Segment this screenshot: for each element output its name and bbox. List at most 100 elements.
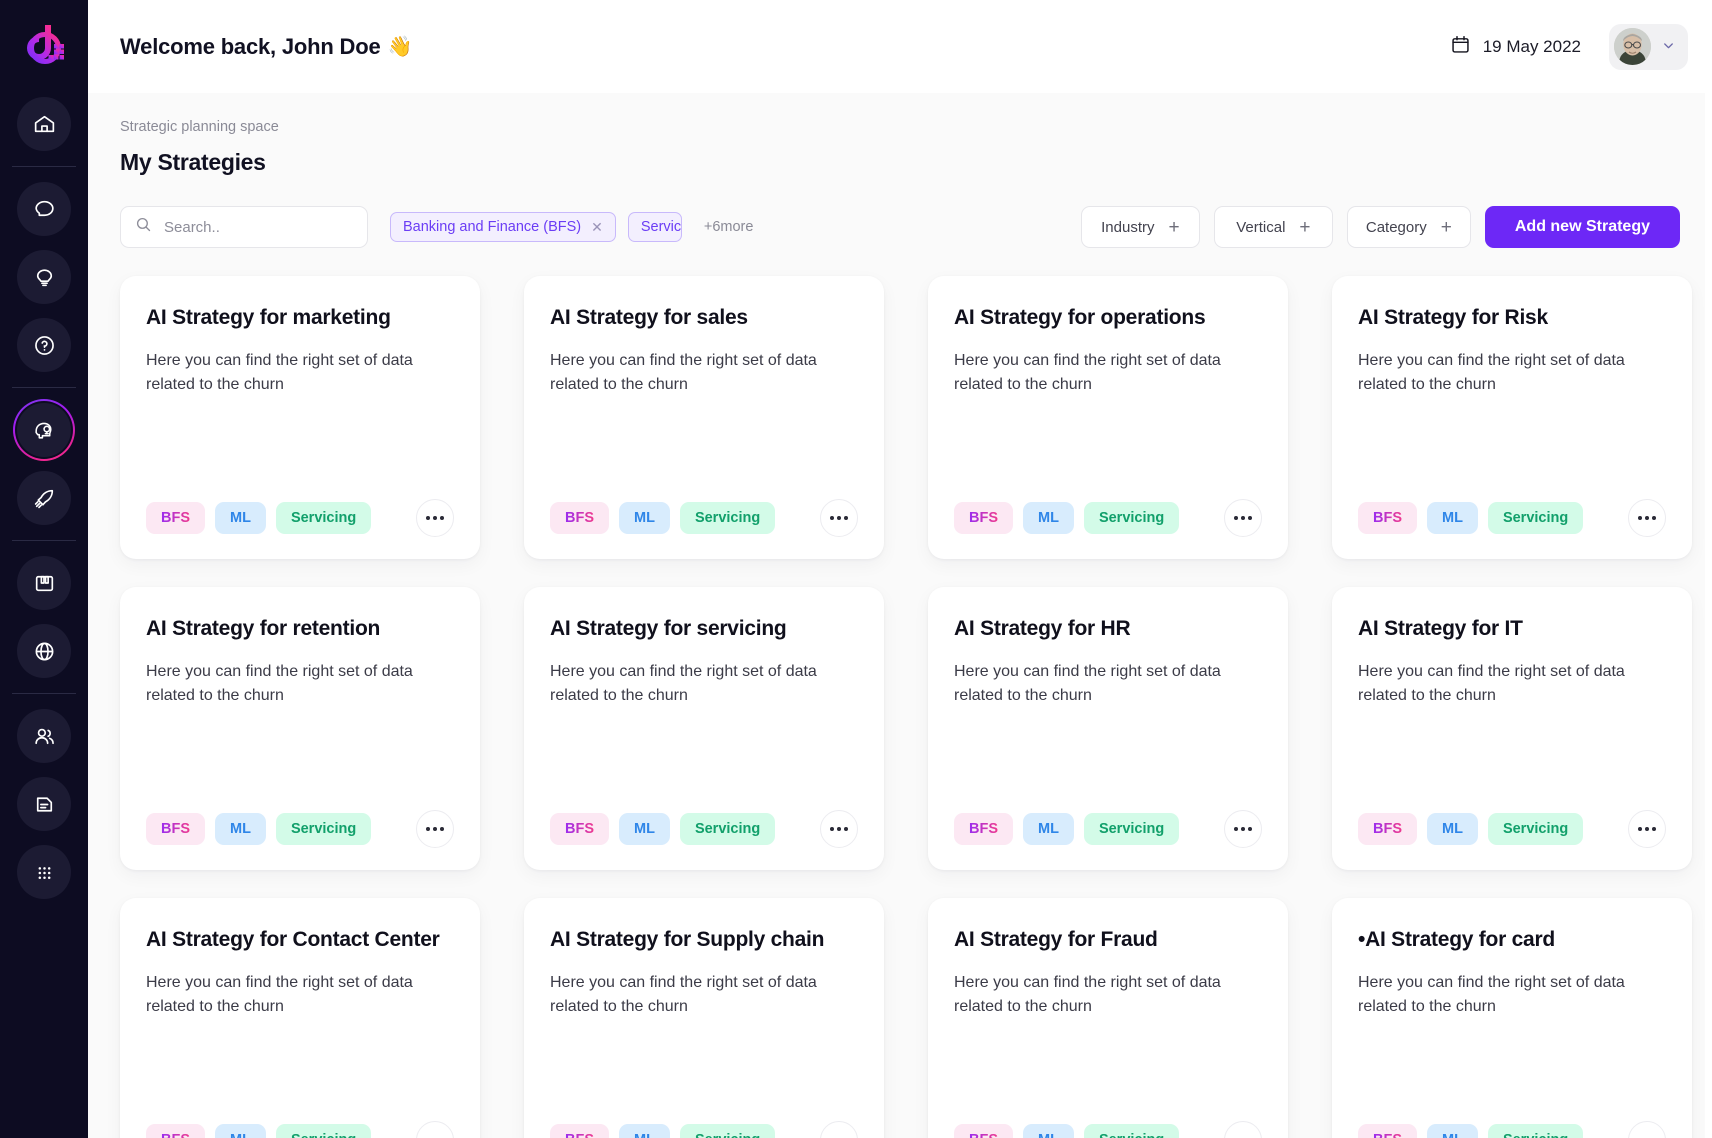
- search-input[interactable]: [164, 218, 353, 236]
- more-options-icon[interactable]: [1224, 499, 1262, 537]
- tag-serv[interactable]: Servicing: [1487, 813, 1584, 845]
- strategy-card-title: AI Strategy for Risk: [1358, 306, 1548, 329]
- tag-bfs[interactable]: BFS: [954, 813, 1013, 845]
- sidebar-group-2: [0, 175, 88, 379]
- tag-ml[interactable]: ML: [215, 502, 266, 534]
- sidebar-item-launch[interactable]: [17, 471, 71, 525]
- tag-ml[interactable]: ML: [1427, 813, 1478, 845]
- more-options-icon[interactable]: [1224, 810, 1262, 848]
- more-options-icon[interactable]: [416, 499, 454, 537]
- search-box[interactable]: [120, 206, 368, 248]
- filter-chip-servicing[interactable]: Servicing: [627, 212, 682, 242]
- tag-ml[interactable]: ML: [1427, 1124, 1478, 1138]
- strategy-card[interactable]: AI Strategy for Contact Center Here you c…: [120, 898, 480, 1138]
- sidebar-item-chat[interactable]: [17, 182, 71, 236]
- tag-serv[interactable]: Servicing: [1083, 1124, 1180, 1138]
- strategy-card[interactable]: AI Strategy for Supply chain Here you can…: [524, 898, 884, 1138]
- strategy-card-description: Here you can find the right set of data …: [1358, 973, 1625, 1016]
- strategy-card[interactable]: AI Strategy for IT Here you can find the …: [1332, 587, 1692, 870]
- more-chips-count[interactable]: +6more: [704, 219, 754, 235]
- filter-vertical-button[interactable]: Vertical +: [1213, 206, 1333, 248]
- more-options-icon[interactable]: [820, 810, 858, 848]
- tag-bfs[interactable]: BFS: [954, 502, 1013, 534]
- tag-label: BFS: [161, 821, 190, 837]
- more-options-icon[interactable]: [820, 1121, 858, 1138]
- strategy-card[interactable]: AI Strategy for marketing Here you can fi…: [120, 276, 480, 559]
- sidebar-item-documents[interactable]: [17, 777, 71, 831]
- close-icon[interactable]: ✕: [591, 220, 603, 234]
- tag-serv[interactable]: Servicing: [1083, 813, 1180, 845]
- tag-ml[interactable]: ML: [215, 813, 266, 845]
- more-options-icon[interactable]: [1628, 1121, 1666, 1138]
- date-display[interactable]: 19 May 2022: [1450, 34, 1581, 60]
- tag-bfs[interactable]: BFS: [1358, 502, 1417, 534]
- tag-bfs[interactable]: BFS: [550, 1124, 609, 1138]
- more-options-icon[interactable]: [416, 810, 454, 848]
- right-edge-strip: [1705, 0, 1712, 1138]
- strategy-card-description: Here you can find the right set of data …: [550, 662, 817, 705]
- sidebar-item-home[interactable]: [17, 97, 71, 151]
- tag-serv[interactable]: Servicing: [679, 502, 776, 534]
- strategy-card[interactable]: AI Strategy for Fraud Here you can find t…: [928, 898, 1288, 1138]
- tag-serv[interactable]: Servicing: [1487, 1124, 1584, 1138]
- tag-ml[interactable]: ML: [1023, 502, 1074, 534]
- strategy-card-tags: BFS ML Servicing: [954, 1124, 1180, 1138]
- sidebar-item-library[interactable]: [17, 556, 71, 610]
- strategy-card[interactable]: AI Strategy for sales Here you can find t…: [524, 276, 884, 559]
- logo-mark[interactable]: [21, 22, 67, 68]
- tag-ml[interactable]: ML: [619, 813, 670, 845]
- tag-ml[interactable]: ML: [1023, 1124, 1074, 1138]
- tag-serv[interactable]: Servicing: [275, 813, 372, 845]
- sidebar-item-help[interactable]: [17, 318, 71, 372]
- tag-serv[interactable]: Servicing: [1487, 502, 1584, 534]
- user-menu[interactable]: [1609, 23, 1688, 70]
- tag-bfs[interactable]: BFS: [146, 813, 205, 845]
- tag-serv[interactable]: Servicing: [275, 502, 372, 534]
- strategy-card[interactable]: AI Strategy for servicing Here you can fi…: [524, 587, 884, 870]
- strategy-card[interactable]: AI Strategy for HR Here you can find the …: [928, 587, 1288, 870]
- tag-serv[interactable]: Servicing: [275, 1124, 372, 1138]
- strategy-card-tags: BFS ML Servicing: [146, 502, 372, 534]
- filter-chip-label: Banking and Finance (BFS): [403, 219, 582, 235]
- more-options-icon[interactable]: [1628, 499, 1666, 537]
- tag-ml[interactable]: ML: [619, 502, 670, 534]
- filter-category-button[interactable]: Category +: [1346, 206, 1471, 248]
- sidebar-item-apps[interactable]: [17, 845, 71, 899]
- tag-bfs[interactable]: BFS: [550, 502, 609, 534]
- tag-bfs[interactable]: BFS: [954, 1124, 1013, 1138]
- strategy-card[interactable]: AI Strategy for Risk Here you can find th…: [1332, 276, 1692, 559]
- sidebar-item-teams[interactable]: [17, 709, 71, 763]
- more-options-icon[interactable]: [820, 499, 858, 537]
- tag-serv[interactable]: Servicing: [679, 813, 776, 845]
- head-lightbulb-icon: [17, 403, 71, 457]
- strategy-card-description: Here you can find the right set of data …: [146, 351, 413, 394]
- tag-ml[interactable]: ML: [215, 1124, 266, 1138]
- strategy-card[interactable]: AI Strategy for operations Here you can f…: [928, 276, 1288, 559]
- tag-bfs[interactable]: BFS: [1358, 1124, 1417, 1138]
- add-new-strategy-button[interactable]: Add new Strategy: [1484, 206, 1680, 248]
- tag-label: BFS: [969, 510, 998, 526]
- tag-bfs[interactable]: BFS: [550, 813, 609, 845]
- tag-ml[interactable]: ML: [1427, 502, 1478, 534]
- more-options-icon[interactable]: [1224, 1121, 1262, 1138]
- tag-bfs[interactable]: BFS: [146, 502, 205, 534]
- tag-bfs[interactable]: BFS: [146, 1124, 205, 1138]
- filter-chip-bfs[interactable]: Banking and Finance (BFS) ✕: [390, 212, 616, 242]
- tag-serv[interactable]: Servicing: [1083, 502, 1180, 534]
- strategy-card[interactable]: AI Strategy for retention Here you can fi…: [120, 587, 480, 870]
- more-options-icon[interactable]: [1628, 810, 1666, 848]
- strategy-card-title: AI Strategy for Supply chain: [550, 928, 825, 951]
- strategy-card-description: Here you can find the right set of data …: [1358, 662, 1625, 705]
- tag-ml[interactable]: ML: [619, 1124, 670, 1138]
- tag-serv[interactable]: Servicing: [679, 1124, 776, 1138]
- tag-label: BFS: [1373, 821, 1402, 837]
- more-options-icon[interactable]: [416, 1121, 454, 1138]
- sidebar-item-globe[interactable]: [17, 624, 71, 678]
- filter-industry-button[interactable]: Industry +: [1080, 206, 1200, 248]
- sidebar-item-strategies[interactable]: [13, 399, 75, 461]
- strategy-card[interactable]: •AI Strategy for card Here you can find t…: [1332, 898, 1692, 1138]
- tag-bfs[interactable]: BFS: [1358, 813, 1417, 845]
- strategy-card-footer: BFS ML Servicing: [146, 810, 454, 848]
- sidebar-item-insights[interactable]: [17, 250, 71, 304]
- tag-ml[interactable]: ML: [1023, 813, 1074, 845]
